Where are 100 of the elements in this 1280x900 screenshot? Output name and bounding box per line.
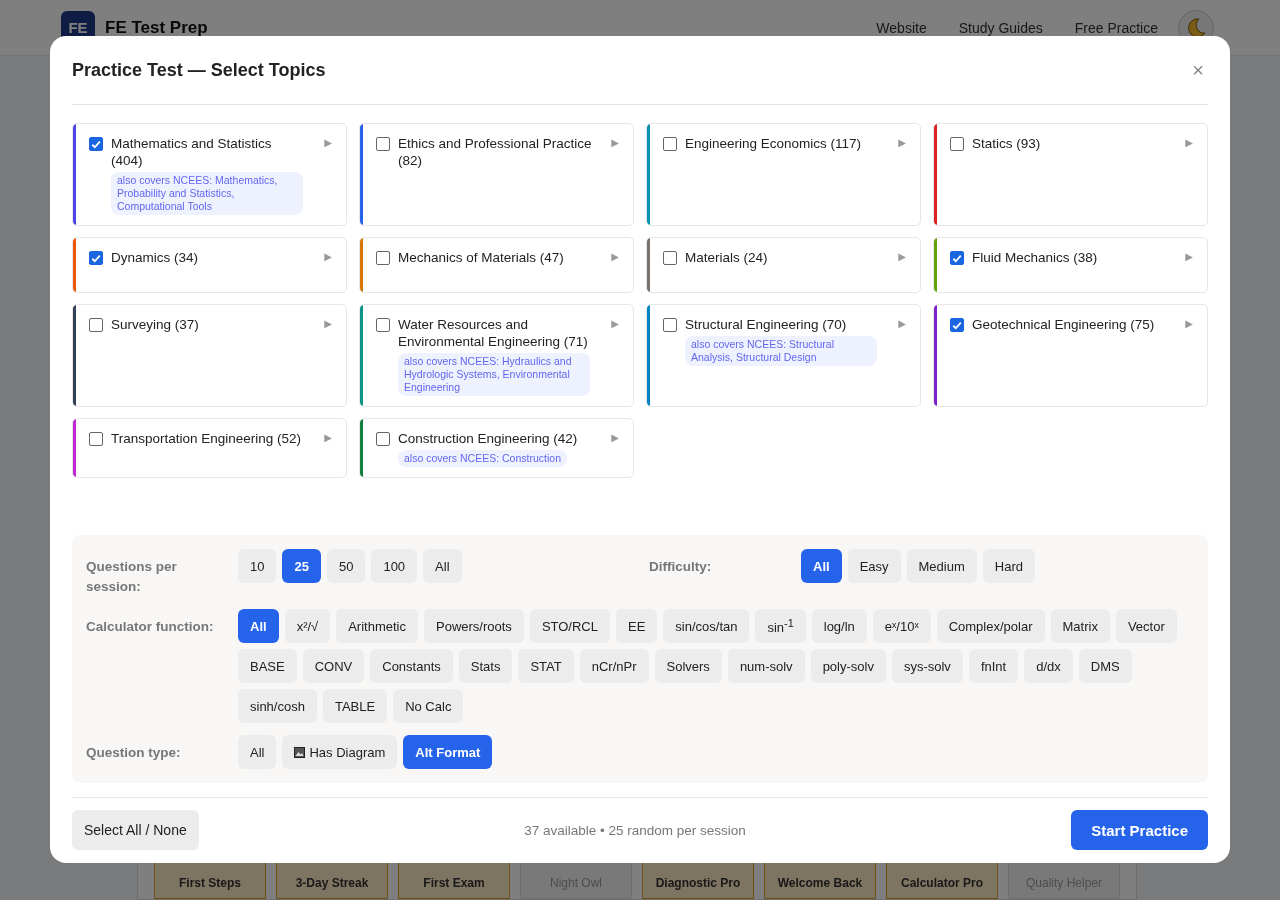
nav-link[interactable]: Website — [876, 19, 927, 36]
dialog-title: Practice Test — Select Topics — [72, 59, 326, 81]
checkbox[interactable] — [89, 318, 103, 332]
option-chip[interactable]: fnInt — [968, 649, 1019, 683]
option-chip[interactable]: Easy — [847, 549, 901, 583]
topic-label: Transportation Engineering (52) — [111, 430, 302, 447]
option-chip[interactable]: Arithmetic — [336, 609, 418, 643]
checkbox[interactable] — [376, 432, 390, 446]
topic-card[interactable]: Water Resources and Environmental Engineering (71) also covers NCEES: Hydraulics and Hydrologic Systems, Environmental Engineering ▶ — [359, 304, 634, 407]
option-chip[interactable]: TABLE — [322, 689, 388, 723]
option-chip[interactable]: d/dx — [1024, 649, 1073, 683]
moon-icon — [1185, 16, 1207, 39]
option-chip[interactable]: Hard — [982, 549, 1035, 583]
covers-note: also covers NCEES: Construction — [398, 450, 567, 467]
topic-card[interactable]: Construction Engineering (42) also covers NCEES: Construction ▶ — [359, 418, 634, 478]
filter-label: Calculator function: — [86, 618, 215, 636]
option-chip[interactable]: DMS — [1078, 649, 1132, 683]
checkbox[interactable] — [663, 137, 677, 151]
checkbox[interactable] — [950, 137, 964, 151]
option-chip[interactable]: Solvers — [654, 649, 722, 683]
site-title: FE Test Prep — [105, 17, 208, 38]
checkbox[interactable] — [950, 318, 964, 332]
option-chip[interactable]: Alt Format — [403, 735, 493, 769]
option-chip[interactable]: All — [238, 609, 279, 643]
checkbox[interactable] — [89, 432, 103, 446]
option-chip[interactable]: STAT — [518, 649, 574, 683]
topic-card[interactable]: Ethics and Professional Practice (82) ▶ — [359, 123, 634, 226]
picture-icon — [294, 746, 306, 758]
filter-label: Questions per session: — [86, 558, 178, 596]
topic-card[interactable]: Materials (24) ▶ — [646, 237, 921, 293]
option-chip[interactable]: CONV — [302, 649, 365, 683]
option-chip[interactable]: Complex/polar — [936, 609, 1045, 643]
topic-label: Structural Engineering (70) — [685, 316, 847, 333]
topic-card[interactable]: Transportation Engineering (52) ▶ — [72, 418, 347, 478]
checkbox[interactable] — [89, 251, 103, 265]
option-chip[interactable]: 25 — [282, 549, 321, 583]
option-chip[interactable]: Stats — [458, 649, 513, 683]
topic-label: Water Resources and Environmental Engineering (71) — [398, 316, 589, 350]
checkbox[interactable] — [376, 137, 390, 151]
select-all-button[interactable]: Select All / None — [72, 810, 199, 850]
summary-text: 37 available • 25 random per session — [524, 822, 746, 838]
topic-card[interactable]: Structural Engineering (70) also covers NCEES: Structural Analysis, Structural Design ▶ — [646, 304, 921, 407]
topic-label: Engineering Economics (117) — [685, 135, 862, 152]
option-chip[interactable]: x²/√ — [284, 609, 331, 643]
option-chip[interactable]: sys-solv — [891, 649, 963, 683]
option-chip[interactable]: No Calc — [393, 689, 464, 723]
covers-note: also covers NCEES: Mathematics, Probability and Statistics, Computational Tools — [111, 172, 303, 215]
option-chip[interactable]: sinh/cosh — [238, 689, 317, 723]
option-chip[interactable]: Constants — [370, 649, 453, 683]
nav-link[interactable]: Free Practice — [1074, 19, 1158, 36]
filter-label: Question type: — [86, 744, 182, 762]
option-chip[interactable]: Vector — [1115, 609, 1177, 643]
topic-label: Mathematics and Statistics (404) — [111, 135, 273, 169]
option-chip[interactable]: EE — [616, 609, 658, 643]
option-chip[interactable]: STO/RCL — [529, 609, 610, 643]
option-chip[interactable]: Matrix — [1050, 609, 1110, 643]
topic-card[interactable]: Statics (93) ▶ — [933, 123, 1208, 226]
option-chip[interactable]: Powers/roots — [424, 609, 524, 643]
option-chip[interactable]: num-solv — [727, 649, 805, 683]
option-chip[interactable]: Medium — [906, 549, 977, 583]
checkbox[interactable] — [376, 251, 390, 265]
option-chip[interactable]: log/ln — [811, 609, 867, 643]
topic-label: Fluid Mechanics (38) — [972, 249, 1098, 266]
covers-note: also covers NCEES: Structural Analysis, Structural Design — [685, 336, 877, 366]
option-chip[interactable]: All — [801, 549, 842, 583]
topic-card[interactable]: Engineering Economics (117) ▶ — [646, 123, 921, 226]
topic-label: Construction Engineering (42) — [398, 430, 578, 447]
topic-label: Surveying (37) — [111, 316, 199, 333]
option-chip[interactable]: All — [423, 549, 462, 583]
checkbox[interactable] — [663, 318, 677, 332]
topic-card[interactable]: Fluid Mechanics (38) ▶ — [933, 237, 1208, 293]
option-chip[interactable]: sin/cos/tan — [663, 609, 750, 643]
topic-label: Dynamics (34) — [111, 249, 199, 266]
topic-card[interactable]: Dynamics (34) ▶ — [72, 237, 347, 293]
option-chip[interactable]: 100 — [371, 549, 418, 583]
checkbox[interactable] — [663, 251, 677, 265]
topic-card[interactable]: Surveying (37) ▶ — [72, 304, 347, 407]
filter-label: Difficulty: — [649, 558, 713, 576]
topic-label: Geotechnical Engineering (75) — [972, 316, 1155, 333]
checkbox[interactable] — [376, 318, 390, 332]
topic-card[interactable]: Mathematics and Statistics (404) also covers NCEES: Mathematics, Probability and Statistics, Computational Tools ▶ — [72, 123, 347, 226]
option-chip[interactable]: 10 — [238, 549, 277, 583]
option-chip[interactable]: eˣ/10ˣ — [872, 609, 931, 643]
option-chip[interactable]: 50 — [326, 549, 366, 583]
option-chip[interactable]: poly-solv — [810, 649, 886, 683]
option-chip[interactable]: All — [238, 735, 277, 769]
topic-card[interactable]: Mechanics of Materials (47) ▶ — [359, 237, 634, 293]
start-practice-button[interactable]: Start Practice — [1071, 810, 1208, 850]
option-chip[interactable]: Has Diagram — [282, 735, 398, 769]
topic-label: Mechanics of Materials (47) — [398, 249, 564, 266]
checkbox[interactable] — [950, 251, 964, 265]
topic-label: Ethics and Professional Practice (82) — [398, 135, 593, 169]
option-chip[interactable]: BASE — [238, 649, 297, 683]
topic-label: Statics (93) — [972, 135, 1041, 152]
option-chip[interactable]: sin$^{-1}$ — [755, 609, 806, 643]
close-button[interactable]: × — [1188, 58, 1208, 82]
topic-card[interactable]: Geotechnical Engineering (75) ▶ — [933, 304, 1208, 407]
checkbox[interactable] — [89, 137, 103, 151]
option-chip[interactable]: nCr/nPr — [579, 649, 649, 683]
nav-link[interactable]: Study Guides — [958, 19, 1043, 36]
